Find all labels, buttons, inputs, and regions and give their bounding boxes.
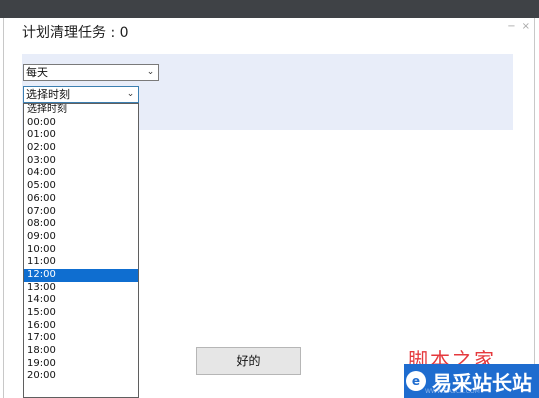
time-dropdown-list[interactable]: 选择时刻 00:00 01:00 02:00 03:00 04:00 05:00 06:00 0… <box>23 103 139 398</box>
dropdown-option[interactable]: 12:00 <box>24 268 138 282</box>
logo-icon: e <box>406 371 426 391</box>
frequency-select[interactable]: 每天 ⌄ <box>23 64 159 81</box>
dropdown-option[interactable]: 15:00 <box>24 307 138 320</box>
dropdown-option[interactable]: 10:00 <box>24 244 138 257</box>
dropdown-option[interactable]: 06:00 <box>24 193 138 206</box>
dropdown-option[interactable]: 13:00 <box>24 282 138 295</box>
time-select-value: 选择时刻 <box>26 88 70 101</box>
chevron-down-icon[interactable]: ⌄ <box>125 89 136 100</box>
dropdown-option[interactable]: 04:00 <box>24 167 138 180</box>
dropdown-option[interactable]: 16:00 <box>24 320 138 333</box>
window-titlebar[interactable] <box>0 0 539 18</box>
dropdown-option[interactable]: 选择时刻 <box>24 104 138 117</box>
dropdown-option[interactable]: 18:00 <box>24 345 138 358</box>
dropdown-option[interactable]: 20:00 <box>24 370 138 383</box>
dropdown-option[interactable]: 09:00 <box>24 231 138 244</box>
dropdown-option[interactable]: 01:00 <box>24 129 138 142</box>
dropdown-option[interactable]: 19:00 <box>24 358 138 371</box>
dropdown-option[interactable]: 00:00 <box>24 117 138 130</box>
time-select[interactable]: 选择时刻 ⌄ <box>23 86 139 103</box>
dropdown-option[interactable]: 17:00 <box>24 332 138 345</box>
dropdown-option[interactable]: 07:00 <box>24 206 138 219</box>
dropdown-option[interactable]: 08:00 <box>24 218 138 231</box>
dropdown-option[interactable]: 02:00 <box>24 142 138 155</box>
chevron-down-icon[interactable]: ⌄ <box>145 67 156 78</box>
window-controls: − × <box>507 22 530 32</box>
dropdown-option[interactable]: 03:00 <box>24 155 138 168</box>
frequency-select-value: 每天 <box>26 66 48 79</box>
dropdown-option[interactable]: 11:00 <box>24 256 138 269</box>
watermark-small-text: WWW.EASCK.COM <box>425 388 480 395</box>
close-icon[interactable]: × <box>522 22 530 32</box>
page-title: 计划清理任务 : 0 <box>22 25 129 41</box>
minimize-icon[interactable]: − <box>507 22 515 32</box>
dropdown-option[interactable]: 05:00 <box>24 180 138 193</box>
ok-button[interactable]: 好的 <box>196 347 301 375</box>
dropdown-option[interactable]: 14:00 <box>24 294 138 307</box>
